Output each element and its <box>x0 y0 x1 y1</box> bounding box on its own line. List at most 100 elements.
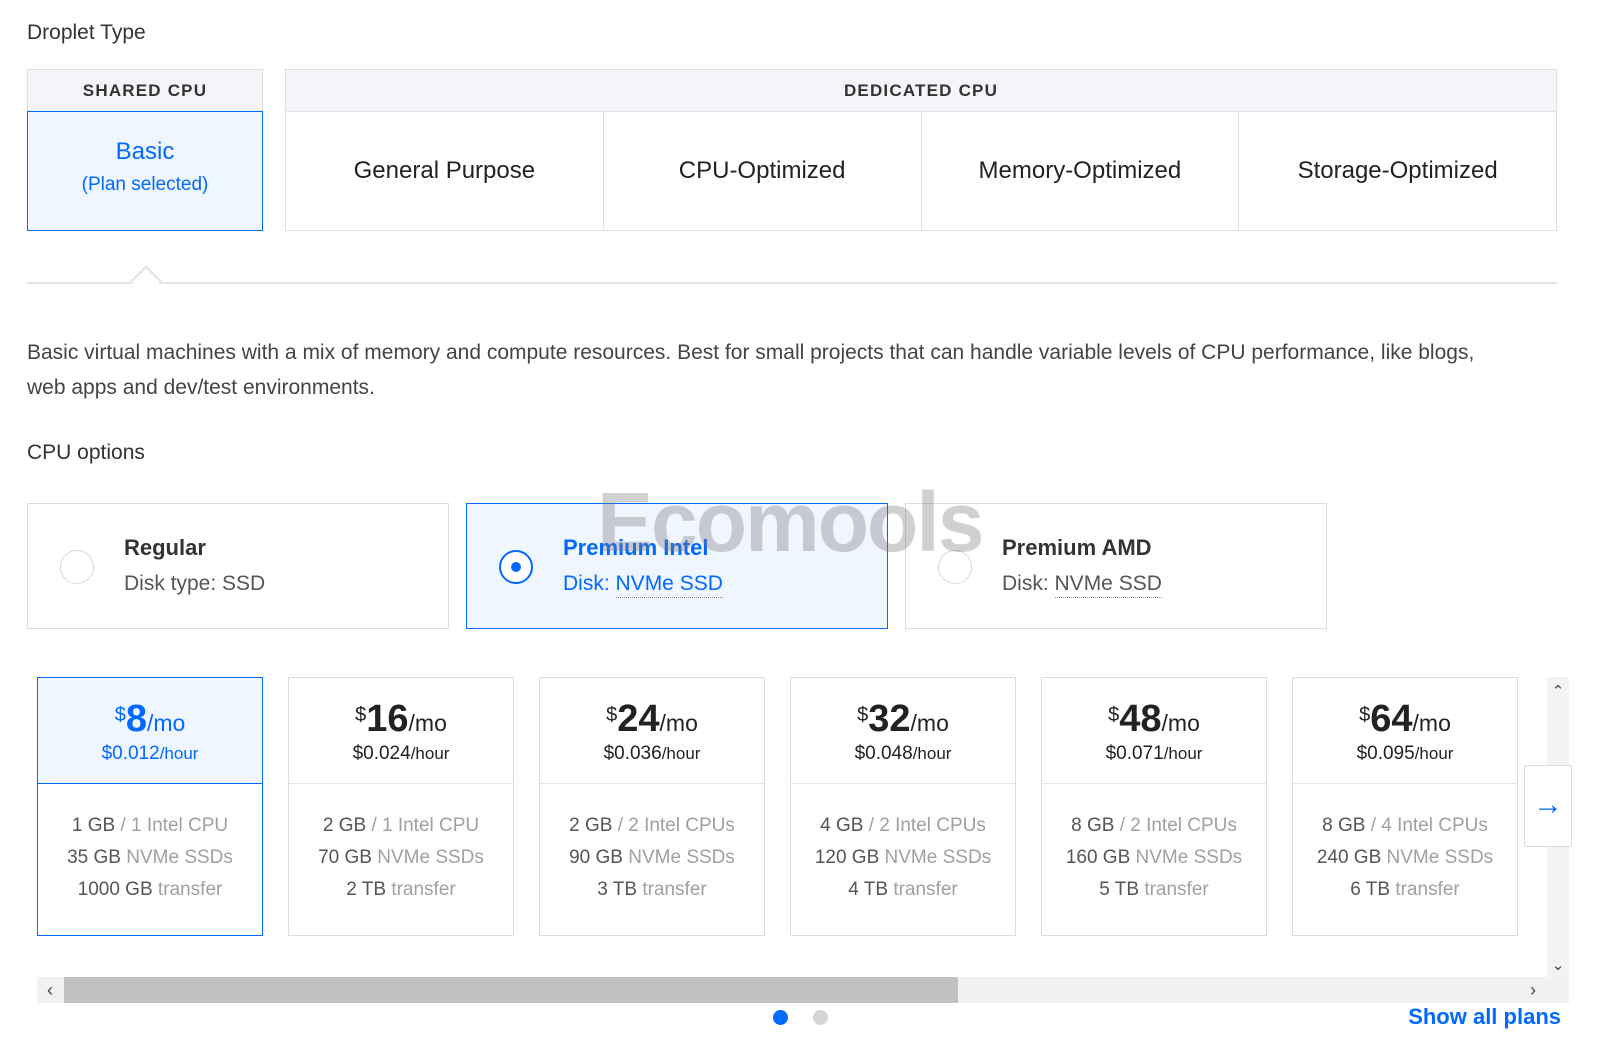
plan-card[interactable]: $24/mo $0.036/hour 2 GB / 2 Intel CPUs 9… <box>539 677 765 936</box>
shared-cpu-group: SHARED CPU Basic (Plan selected) <box>27 69 263 231</box>
plan-card[interactable]: $16/mo $0.024/hour 2 GB / 1 Intel CPU 70… <box>288 677 514 936</box>
memory: 2 GB <box>322 815 367 836</box>
memory: 8 GB <box>1071 815 1115 836</box>
pager-dot-active[interactable] <box>773 1010 788 1025</box>
chevron-right-icon[interactable]: › <box>1523 980 1543 1000</box>
section-divider <box>27 282 1557 284</box>
dedicated-cpu-header: DEDICATED CPU <box>286 70 1556 112</box>
shared-cpu-header: SHARED CPU <box>27 69 263 111</box>
hourly-price: $0.071 <box>1105 743 1164 764</box>
plan-price: $64/mo $0.095/hour <box>1293 678 1517 784</box>
transfer-label: transfer <box>893 879 958 900</box>
plan-price: $8/mo $0.012/hour <box>38 678 262 784</box>
storage-optimized-option[interactable]: Storage-Optimized <box>1239 112 1556 230</box>
disk-size: 120 GB <box>814 847 880 868</box>
plan-price: $16/mo $0.024/hour <box>289 678 513 784</box>
hourly-price: $0.095 <box>1356 743 1415 764</box>
per-month: /mo <box>146 710 186 736</box>
horizontal-scrollbar-thumb[interactable] <box>64 977 958 1003</box>
plan-card[interactable]: $32/mo $0.048/hour 4 GB / 2 Intel CPUs 1… <box>790 677 1016 936</box>
disk-type: NVMe SSDs <box>1386 847 1494 868</box>
cpu-count: / 2 Intel CPUs <box>868 815 986 836</box>
per-hour: /hour <box>159 744 199 763</box>
transfer-amount: 5 TB <box>1099 879 1140 900</box>
plan-specs: 8 GB / 2 Intel CPUs 160 GB NVMe SSDs 5 T… <box>1042 784 1266 906</box>
hourly-price: $0.036 <box>603 743 662 764</box>
dedicated-cpu-group: DEDICATED CPU General Purpose CPU-Optimi… <box>285 69 1557 231</box>
plan-specs: 2 GB / 2 Intel CPUs 90 GB NVMe SSDs 3 TB… <box>540 784 764 906</box>
per-hour: /hour <box>1414 744 1454 763</box>
plan-card[interactable]: $64/mo $0.095/hour 8 GB / 4 Intel CPUs 2… <box>1292 677 1518 936</box>
transfer-amount: 3 TB <box>597 879 638 900</box>
transfer-amount: 6 TB <box>1350 879 1391 900</box>
monthly-price: 16 <box>366 698 409 740</box>
radio-button[interactable] <box>499 550 533 584</box>
currency-symbol: $ <box>1108 704 1120 726</box>
chevron-left-icon[interactable]: ‹ <box>40 980 60 1000</box>
transfer-label: transfer <box>1144 879 1209 900</box>
disk-label: Disk: <box>1002 572 1049 595</box>
transfer-label: transfer <box>1395 879 1460 900</box>
cpu-count: / 2 Intel CPUs <box>1119 815 1237 836</box>
cpu-count: / 1 Intel CPU <box>371 815 480 836</box>
plan-price: $32/mo $0.048/hour <box>791 678 1015 784</box>
memory: 1 GB <box>71 815 116 836</box>
currency-symbol: $ <box>606 704 618 726</box>
plan-card[interactable]: $8/mo $0.012/hour 1 GB / 1 Intel CPU 35 … <box>37 677 263 936</box>
plan-specs: 1 GB / 1 Intel CPU 35 GB NVMe SSDs 1000 … <box>38 784 262 906</box>
plan-specs: 4 GB / 2 Intel CPUs 120 GB NVMe SSDs 4 T… <box>791 784 1015 906</box>
monthly-price: 32 <box>868 698 911 740</box>
monthly-price: 24 <box>617 698 660 740</box>
cpu-option-disk: Disk: NVMe SSD <box>563 572 723 598</box>
cpu-optimized-option[interactable]: CPU-Optimized <box>604 112 922 230</box>
currency-symbol: $ <box>114 704 126 726</box>
arrow-right-icon: → <box>1533 788 1563 821</box>
disk-size: 35 GB <box>67 847 121 868</box>
cpu-option-name: Premium Intel <box>563 535 709 560</box>
per-hour: /hour <box>661 744 701 763</box>
cpu-option-regular[interactable]: Regular Disk type: SSD <box>27 503 449 629</box>
currency-symbol: $ <box>355 704 367 726</box>
hourly-price: $0.012 <box>101 743 160 764</box>
cpu-option-disk: Disk type: SSD <box>124 572 265 596</box>
hourly-price: $0.048 <box>854 743 913 764</box>
per-month: /mo <box>1161 710 1200 736</box>
plan-description: Basic virtual machines with a mix of mem… <box>27 341 1475 399</box>
disk-size: 240 GB <box>1316 847 1382 868</box>
pager-dot[interactable] <box>813 1010 828 1025</box>
cpu-option-name: Regular <box>124 535 206 560</box>
transfer-label: transfer <box>391 879 456 900</box>
radio-button[interactable] <box>60 550 94 584</box>
droplet-type-title: Droplet Type <box>27 21 146 44</box>
disk-type: NVMe SSDs <box>884 847 992 868</box>
disk-size: 90 GB <box>569 847 623 868</box>
per-hour: /hour <box>1163 744 1203 763</box>
monthly-price: 64 <box>1370 698 1413 740</box>
disk-type: NVMe SSDs <box>628 847 735 868</box>
plan-card[interactable]: $48/mo $0.071/hour 8 GB / 2 Intel CPUs 1… <box>1041 677 1267 936</box>
radio-button[interactable] <box>938 550 972 584</box>
disk-type: NVMe SSDs <box>126 847 233 868</box>
per-month: /mo <box>1412 710 1451 736</box>
chevron-down-icon[interactable]: ⌄ <box>1550 958 1566 974</box>
disk-size: 160 GB <box>1065 847 1131 868</box>
next-plans-button[interactable]: → <box>1524 765 1572 847</box>
per-month: /mo <box>408 710 447 736</box>
memory-optimized-option[interactable]: Memory-Optimized <box>922 112 1240 230</box>
disk-value: NVMe SSD <box>615 572 723 598</box>
transfer-label: transfer <box>642 879 707 900</box>
show-all-plans-link[interactable]: Show all plans <box>1408 1004 1561 1030</box>
cpu-option-premium-amd[interactable]: Premium AMD Disk: NVMe SSD <box>905 503 1327 629</box>
basic-plan-card[interactable]: Basic (Plan selected) <box>27 111 263 231</box>
cpu-option-name: Premium AMD <box>1002 535 1152 560</box>
cpu-option-premium-intel[interactable]: Premium Intel Disk: NVMe SSD <box>466 503 888 629</box>
cpu-count: / 4 Intel CPUs <box>1370 815 1488 836</box>
cpu-count: / 2 Intel CPUs <box>617 815 735 836</box>
general-purpose-option[interactable]: General Purpose <box>286 112 604 230</box>
transfer-amount: 1000 GB <box>77 879 153 900</box>
chevron-up-icon[interactable]: ⌃ <box>1550 684 1566 700</box>
transfer-amount: 4 TB <box>848 879 889 900</box>
disk-value: SSD <box>222 572 266 595</box>
per-month: /mo <box>659 710 698 736</box>
hourly-price: $0.024 <box>352 743 411 764</box>
